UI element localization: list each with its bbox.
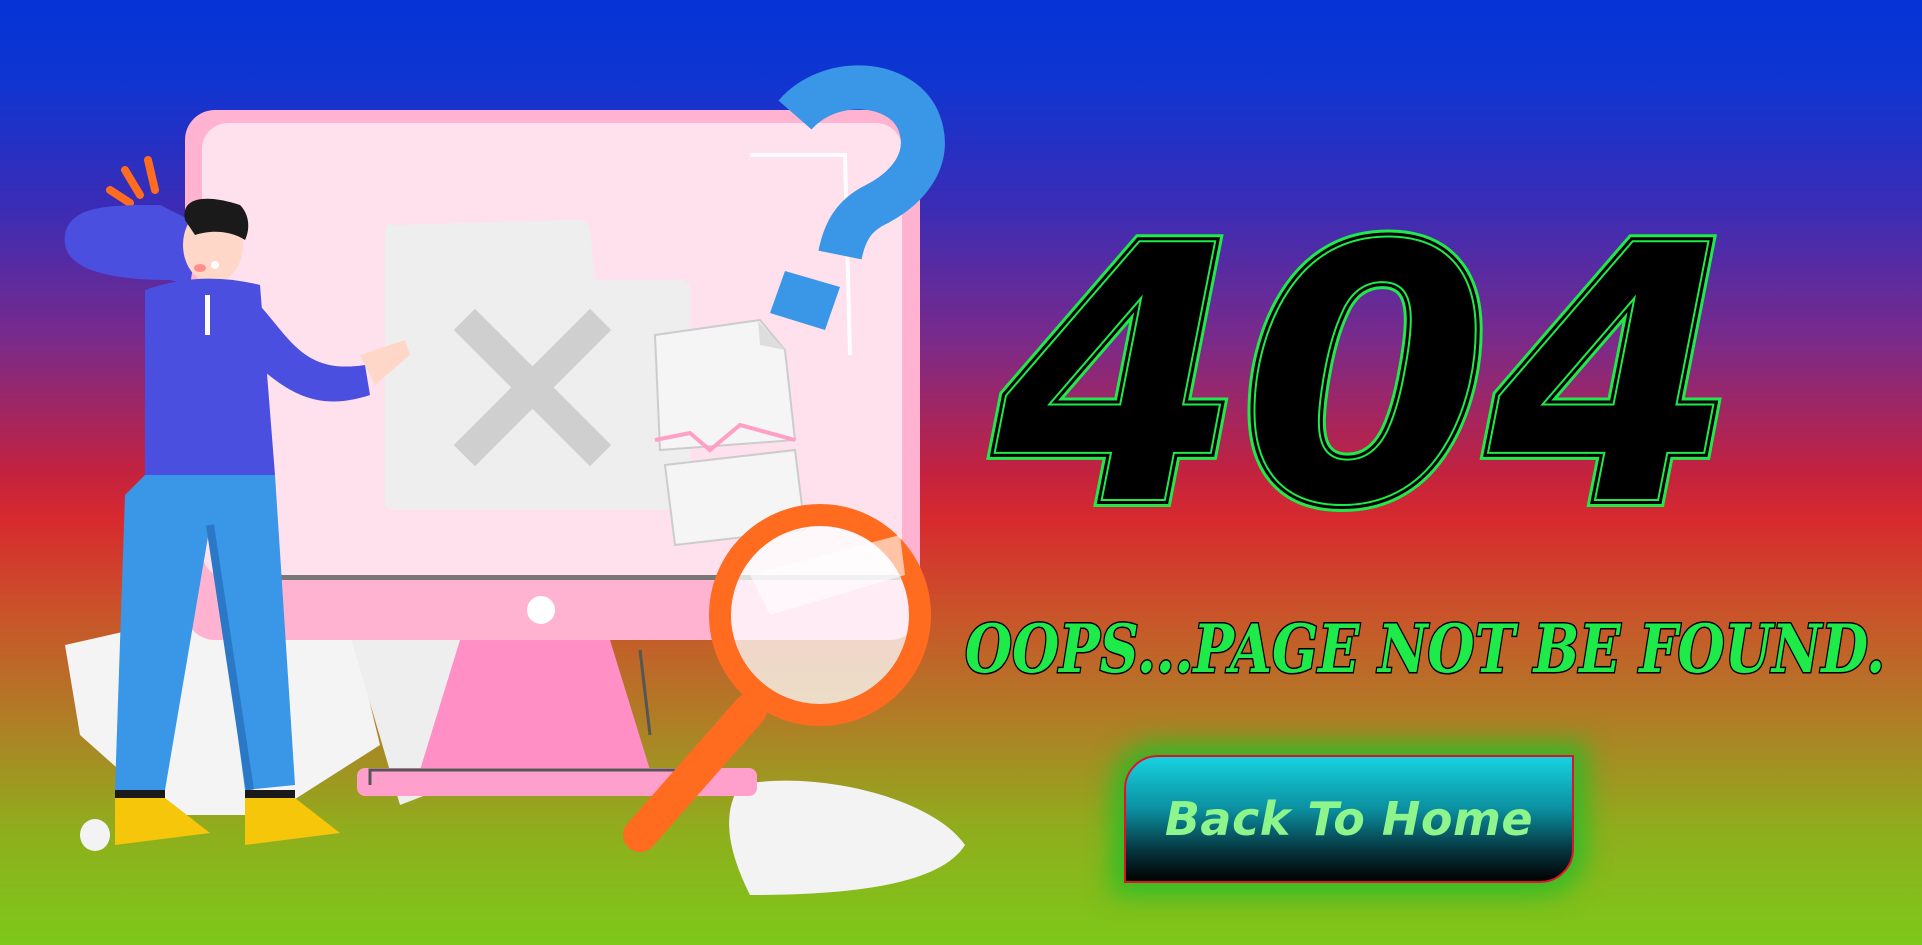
error-message: OOPS...PAGE NOT BE FOUND. [955, 600, 1895, 690]
error-illustration [50, 55, 970, 915]
error-message-text: OOPS...PAGE NOT BE FOUND. [965, 610, 1885, 688]
back-to-home-button[interactable]: Back To Home [1124, 755, 1574, 883]
error-code-inline: 404 [989, 200, 1735, 530]
error-code: 404 404 404 [985, 200, 1745, 530]
